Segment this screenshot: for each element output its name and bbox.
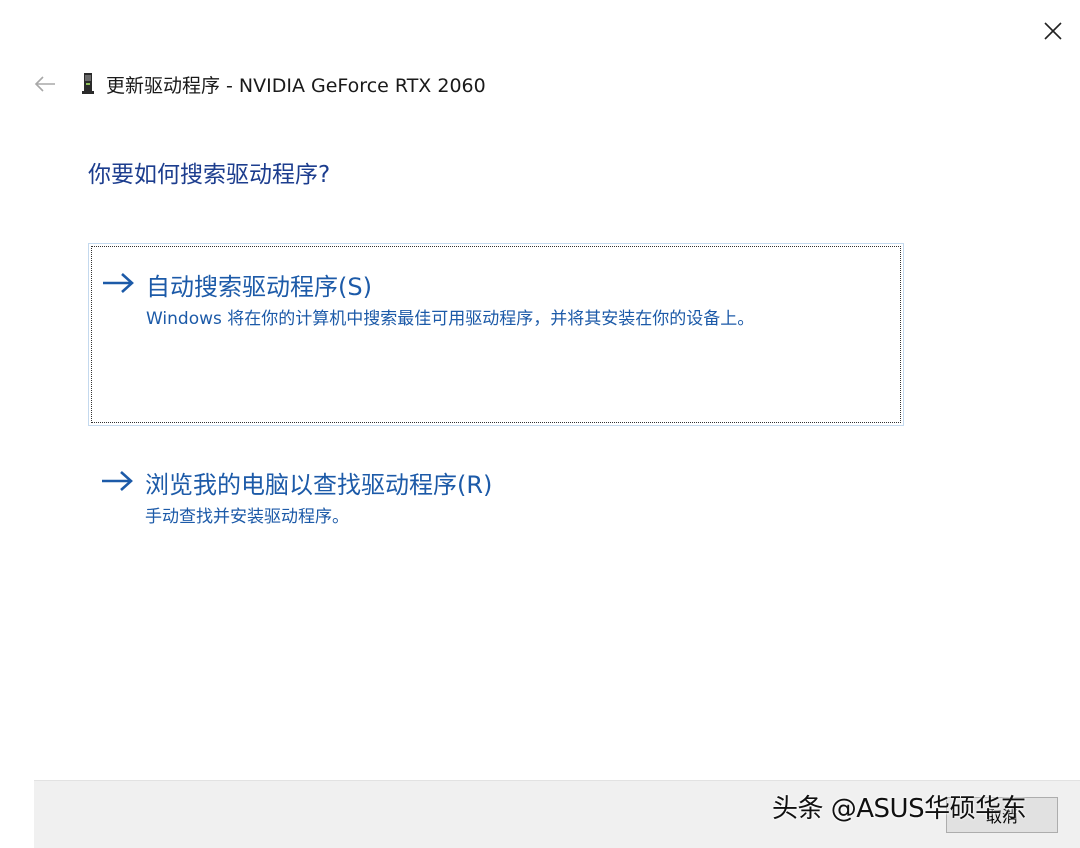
back-button[interactable] — [30, 69, 60, 99]
graphics-card-icon — [82, 71, 96, 97]
auto-search-description: Windows 将在你的计算机中搜索最佳可用驱动程序，并将其安装在你的设备上。 — [146, 309, 755, 329]
auto-search-option[interactable]: 自动搜索驱动程序(S) Windows 将在你的计算机中搜索最佳可用驱动程序，并… — [88, 243, 904, 426]
title-bar: 更新驱动程序 - NVIDIA GeForce RTX 2060 — [30, 66, 486, 102]
page-question: 你要如何搜索驱动程序? — [88, 162, 331, 188]
watermark: 头条 @ASUS华硕华东 — [772, 794, 1027, 824]
back-arrow-icon — [34, 76, 55, 92]
close-button[interactable] — [1036, 14, 1070, 48]
window-title: 更新驱动程序 - NVIDIA GeForce RTX 2060 — [106, 74, 486, 97]
browse-computer-description: 手动查找并安装驱动程序。 — [145, 507, 349, 527]
arrow-right-icon — [102, 471, 133, 491]
auto-search-title: 自动搜索驱动程序(S) — [146, 273, 372, 301]
close-icon — [1044, 22, 1062, 40]
update-driver-dialog: 更新驱动程序 - NVIDIA GeForce RTX 2060 你要如何搜索驱… — [0, 0, 1080, 848]
arrow-right-icon — [103, 273, 134, 293]
browse-computer-option[interactable]: 浏览我的电脑以查找驱动程序(R) 手动查找并安装驱动程序。 — [88, 455, 904, 545]
browse-computer-title: 浏览我的电脑以查找驱动程序(R) — [145, 471, 493, 499]
